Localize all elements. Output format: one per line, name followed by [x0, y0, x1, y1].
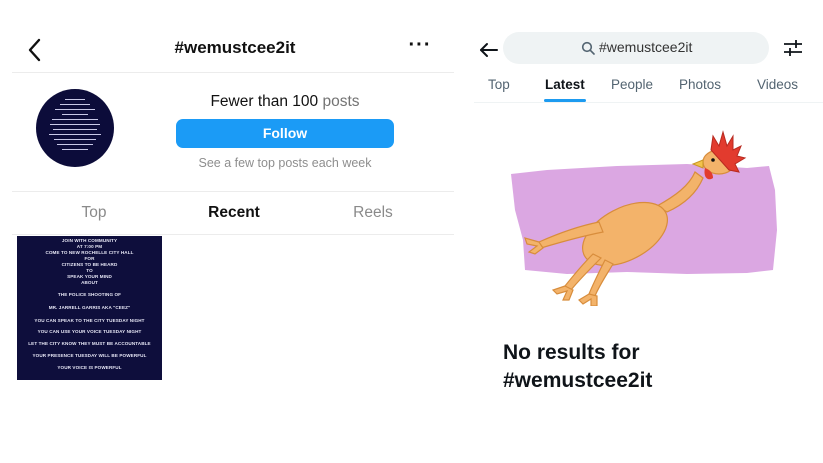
tab-people[interactable]: People: [611, 77, 653, 92]
post-count-number: Fewer than 100: [210, 93, 319, 110]
post-count: Fewer than 100 posts: [176, 93, 394, 111]
no-results-line1: No results for: [503, 341, 640, 364]
hashtag-title: #wemustcee2it: [174, 38, 296, 57]
filter-sliders-icon[interactable]: [782, 37, 804, 59]
no-results-line2: #wemustcee2it: [503, 369, 653, 392]
post-text-line: LET THE CITY KNOW THEY MUST BE ACCOUNTAB…: [28, 341, 151, 346]
hashtag-avatar: [36, 89, 114, 167]
post-text-line: YOUR PRESENCE TUESDAY WILL BE POWERFUL: [32, 353, 147, 358]
post-text-line: ABOUT: [81, 280, 98, 285]
tab-recent[interactable]: Recent: [184, 204, 284, 222]
post-count-label: posts: [322, 93, 360, 110]
tab-top[interactable]: Top: [488, 77, 510, 92]
post-text-line: YOUR VOICE IS POWERFUL: [57, 365, 122, 370]
follow-subtitle: See a few top posts each week: [198, 156, 372, 170]
post-text-line: YOU CAN SPEAK TO THE CITY TUESDAY NIGHT: [34, 318, 145, 323]
chevron-left-icon[interactable]: [22, 36, 50, 64]
search-icon: [581, 41, 595, 55]
divider: [474, 102, 823, 103]
post-text-line: FOR: [84, 256, 95, 261]
tab-top[interactable]: Top: [44, 204, 144, 222]
no-results-message: No results for #wemustcee2it: [503, 339, 803, 395]
post-text-line: MR. JARRELL GARRIS AKA "CEEZ": [48, 305, 131, 310]
post-text-line: CITIZENS TO BE HEARD: [61, 262, 118, 267]
post-text-line: JOIN WITH COMMUNITY: [61, 238, 118, 243]
tab-latest[interactable]: Latest: [545, 77, 585, 92]
post-text-line: SPEAK YOUR MIND: [67, 274, 112, 279]
tab-photos[interactable]: Photos: [679, 77, 721, 92]
post-text-line: TO: [86, 268, 93, 273]
tab-reels[interactable]: Reels: [323, 204, 423, 222]
post-text-line: THE POLICE SHOOTING OF: [57, 292, 122, 297]
divider: [12, 72, 454, 73]
post-text-line: YOU CAN USE YOUR VOICE TUESDAY NIGHT: [37, 329, 142, 334]
divider: [12, 234, 454, 235]
instagram-hashtag-panel: #wemustcee2it ··· Fewer than 100 posts F…: [0, 0, 460, 463]
post-thumbnail[interactable]: JOIN WITH COMMUNITY AT 7:00 PM COME TO N…: [17, 236, 162, 380]
rubber-chicken-illustration: [511, 130, 777, 306]
more-horizontal-icon[interactable]: ···: [406, 35, 434, 60]
tab-videos[interactable]: Videos: [757, 77, 798, 92]
follow-button[interactable]: Follow: [176, 119, 394, 148]
search-query: #wemustcee2it: [599, 39, 693, 55]
divider: [12, 191, 454, 192]
post-text-line: COME TO NEW ROCHELLE CITY HALL: [45, 250, 134, 255]
search-input[interactable]: #wemustcee2it: [503, 32, 769, 64]
arrow-left-icon[interactable]: [478, 39, 500, 61]
post-text-line: AT 7:00 PM: [76, 244, 103, 249]
